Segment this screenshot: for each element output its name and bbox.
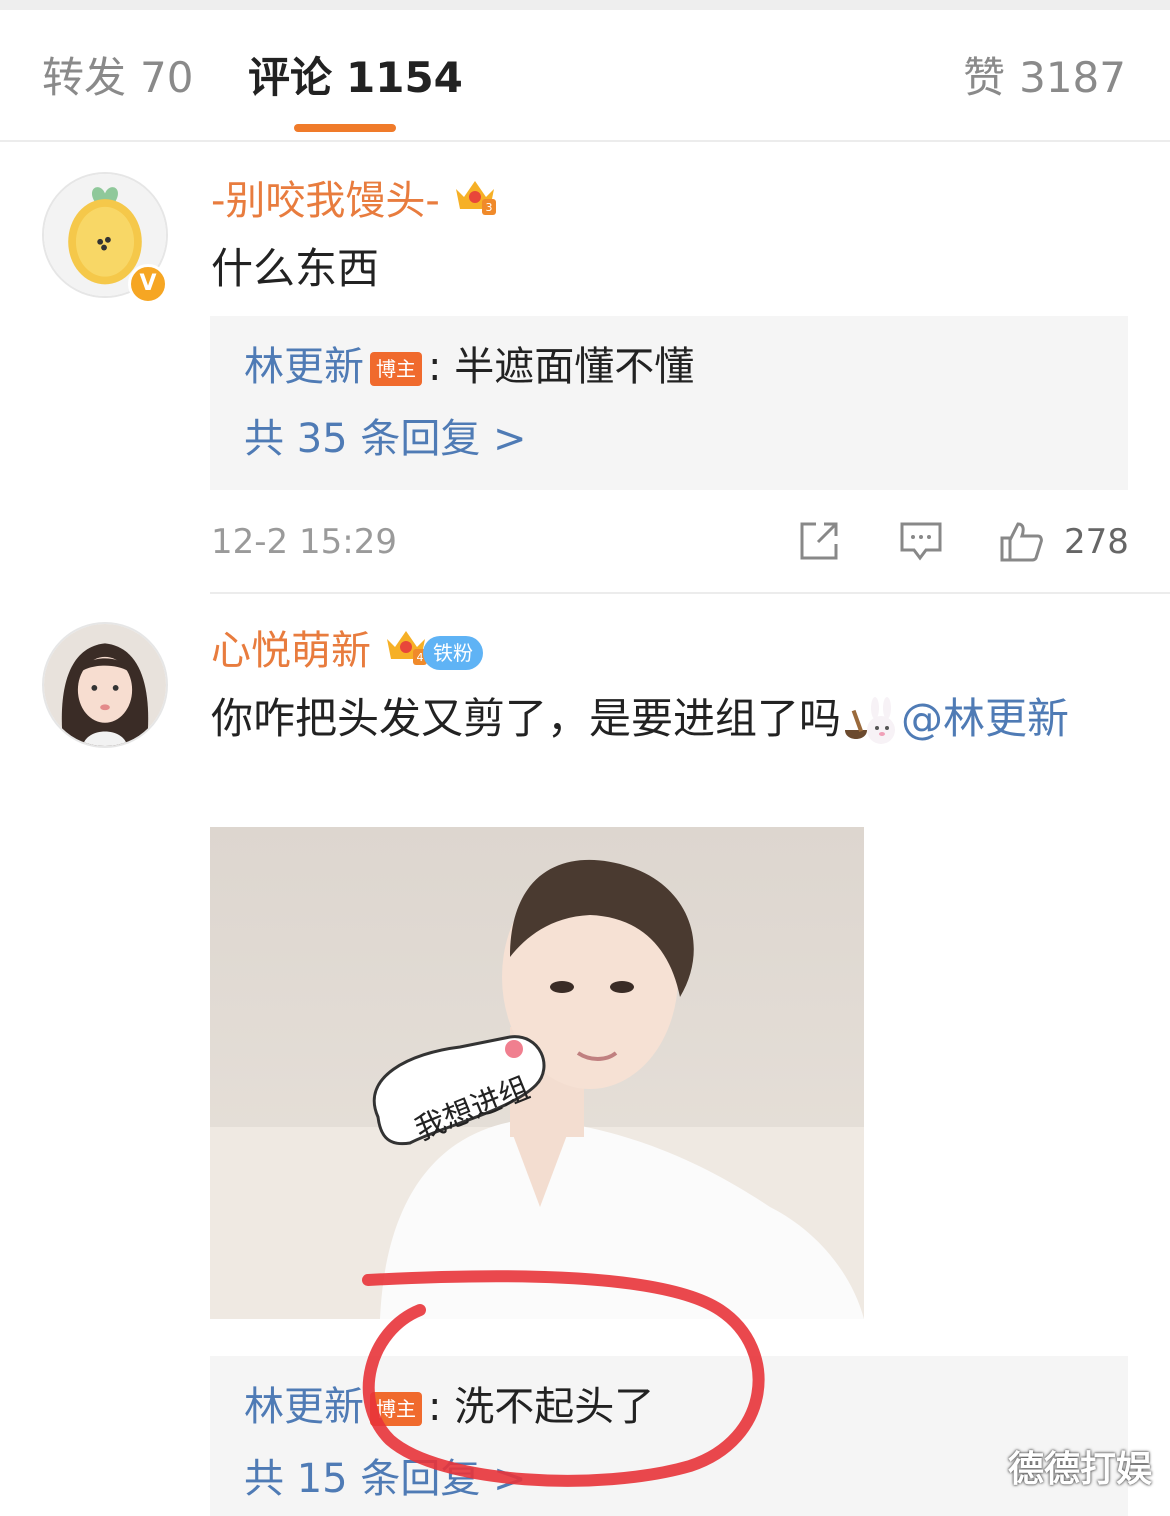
- comment-text: 你咋把头发又剪了，是要进组了吗 @林更新: [211, 688, 1111, 750]
- like-icon[interactable]: [998, 518, 1044, 564]
- view-replies-link[interactable]: 共 35 条回复 >: [244, 412, 527, 466]
- reply-text: 半遮面懂不懂: [454, 344, 695, 390]
- reply-line: 林更新 博主: 洗不起头了: [244, 1380, 654, 1434]
- tab-comments-label: 评论: [248, 53, 333, 102]
- reply-text: 洗不起头了: [454, 1384, 655, 1430]
- host-tag: 博主: [370, 352, 422, 386]
- crown-badge-icon: 3: [452, 175, 498, 231]
- username-text: 心悦萌新: [211, 628, 371, 674]
- reply-separator: :: [428, 1384, 442, 1430]
- reply-separator: :: [428, 344, 442, 390]
- reply-line: 林更新 博主: 半遮面懂不懂: [244, 340, 694, 394]
- tab-bar: 转发 70 评论 1154 赞 3187: [0, 10, 1170, 142]
- status-strip: [0, 0, 1170, 10]
- reply-preview[interactable]: 林更新 博主: 半遮面懂不懂 共 35 条回复 >: [210, 316, 1128, 490]
- girl-avatar-icon: [44, 624, 166, 746]
- comment-text-main: 你咋把头发又剪了，是要进组了吗: [211, 694, 842, 743]
- tab-likes-count: 3187: [1019, 53, 1126, 102]
- reply-preview[interactable]: 林更新 博主: 洗不起头了 共 15 条回复 >: [210, 1356, 1128, 1516]
- comment-icon[interactable]: [898, 518, 944, 564]
- watermark: 德德打娱: [1007, 1449, 1152, 1490]
- comment-image[interactable]: 我想进组: [210, 827, 864, 1319]
- tab-repost-label: 转发: [42, 53, 127, 102]
- crown-level: 3: [485, 201, 492, 214]
- comment-username[interactable]: -别咬我馒头- 3: [211, 174, 498, 231]
- comment-text: 什么东西: [211, 244, 380, 293]
- fan-badge: 铁粉: [423, 636, 483, 670]
- tab-comments[interactable]: 评论 1154: [248, 50, 463, 106]
- rabbit-emoji-icon: [841, 696, 901, 748]
- tab-comments-count: 1154: [346, 53, 463, 102]
- tab-likes-label: 赞: [963, 53, 1006, 102]
- mention-link[interactable]: @林更新: [901, 694, 1069, 743]
- reply-author[interactable]: 林更新: [244, 344, 364, 390]
- like-count: 278: [1064, 522, 1129, 562]
- share-icon[interactable]: [796, 518, 842, 564]
- username-text: -别咬我馒头-: [211, 178, 440, 224]
- avatar[interactable]: [42, 622, 168, 748]
- comment-divider: [210, 592, 1170, 594]
- active-tab-indicator: [294, 124, 396, 132]
- tab-repost[interactable]: 转发 70: [42, 50, 193, 106]
- comment-username[interactable]: 心悦萌新 4 铁粉: [211, 624, 483, 681]
- view-replies-link[interactable]: 共 15 条回复 >: [244, 1452, 527, 1506]
- reply-author[interactable]: 林更新: [244, 1384, 364, 1430]
- verified-badge: V: [128, 264, 168, 304]
- comment-timestamp: 12-2 15:29: [211, 522, 397, 562]
- tab-likes[interactable]: 赞 3187: [963, 50, 1126, 106]
- comment-meta: 12-2 15:29 278: [0, 512, 1170, 572]
- host-tag: 博主: [370, 1392, 422, 1426]
- tab-repost-count: 70: [140, 53, 194, 102]
